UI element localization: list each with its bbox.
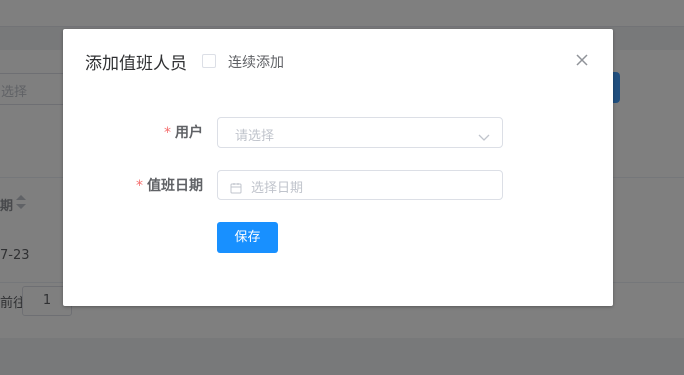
duty-date-picker[interactable]: 选择日期 bbox=[217, 170, 503, 200]
close-icon[interactable] bbox=[575, 53, 589, 67]
user-select-placeholder: 请选择 bbox=[235, 129, 275, 144]
duty-date-label: * 值班日期 bbox=[136, 175, 203, 195]
duty-date-placeholder: 选择日期 bbox=[251, 181, 304, 196]
user-label: * 用户 bbox=[164, 122, 203, 142]
user-label-text: 用户 bbox=[175, 125, 203, 141]
chevron-down-icon bbox=[478, 127, 490, 146]
required-mark: * bbox=[136, 178, 143, 194]
user-select[interactable]: 请选择 bbox=[217, 117, 503, 148]
add-duty-person-dialog: 添加值班人员 连续添加 * 用户 请选择 * 值班日期 选择日期 保存 bbox=[63, 29, 613, 306]
continuous-add-checkbox[interactable] bbox=[202, 54, 216, 68]
save-button[interactable]: 保存 bbox=[217, 222, 278, 253]
calendar-icon bbox=[230, 179, 242, 198]
required-mark: * bbox=[164, 125, 171, 141]
duty-date-label-text: 值班日期 bbox=[147, 178, 203, 194]
continuous-add-label[interactable]: 连续添加 bbox=[228, 52, 284, 72]
dialog-title: 添加值班人员 bbox=[85, 54, 187, 74]
